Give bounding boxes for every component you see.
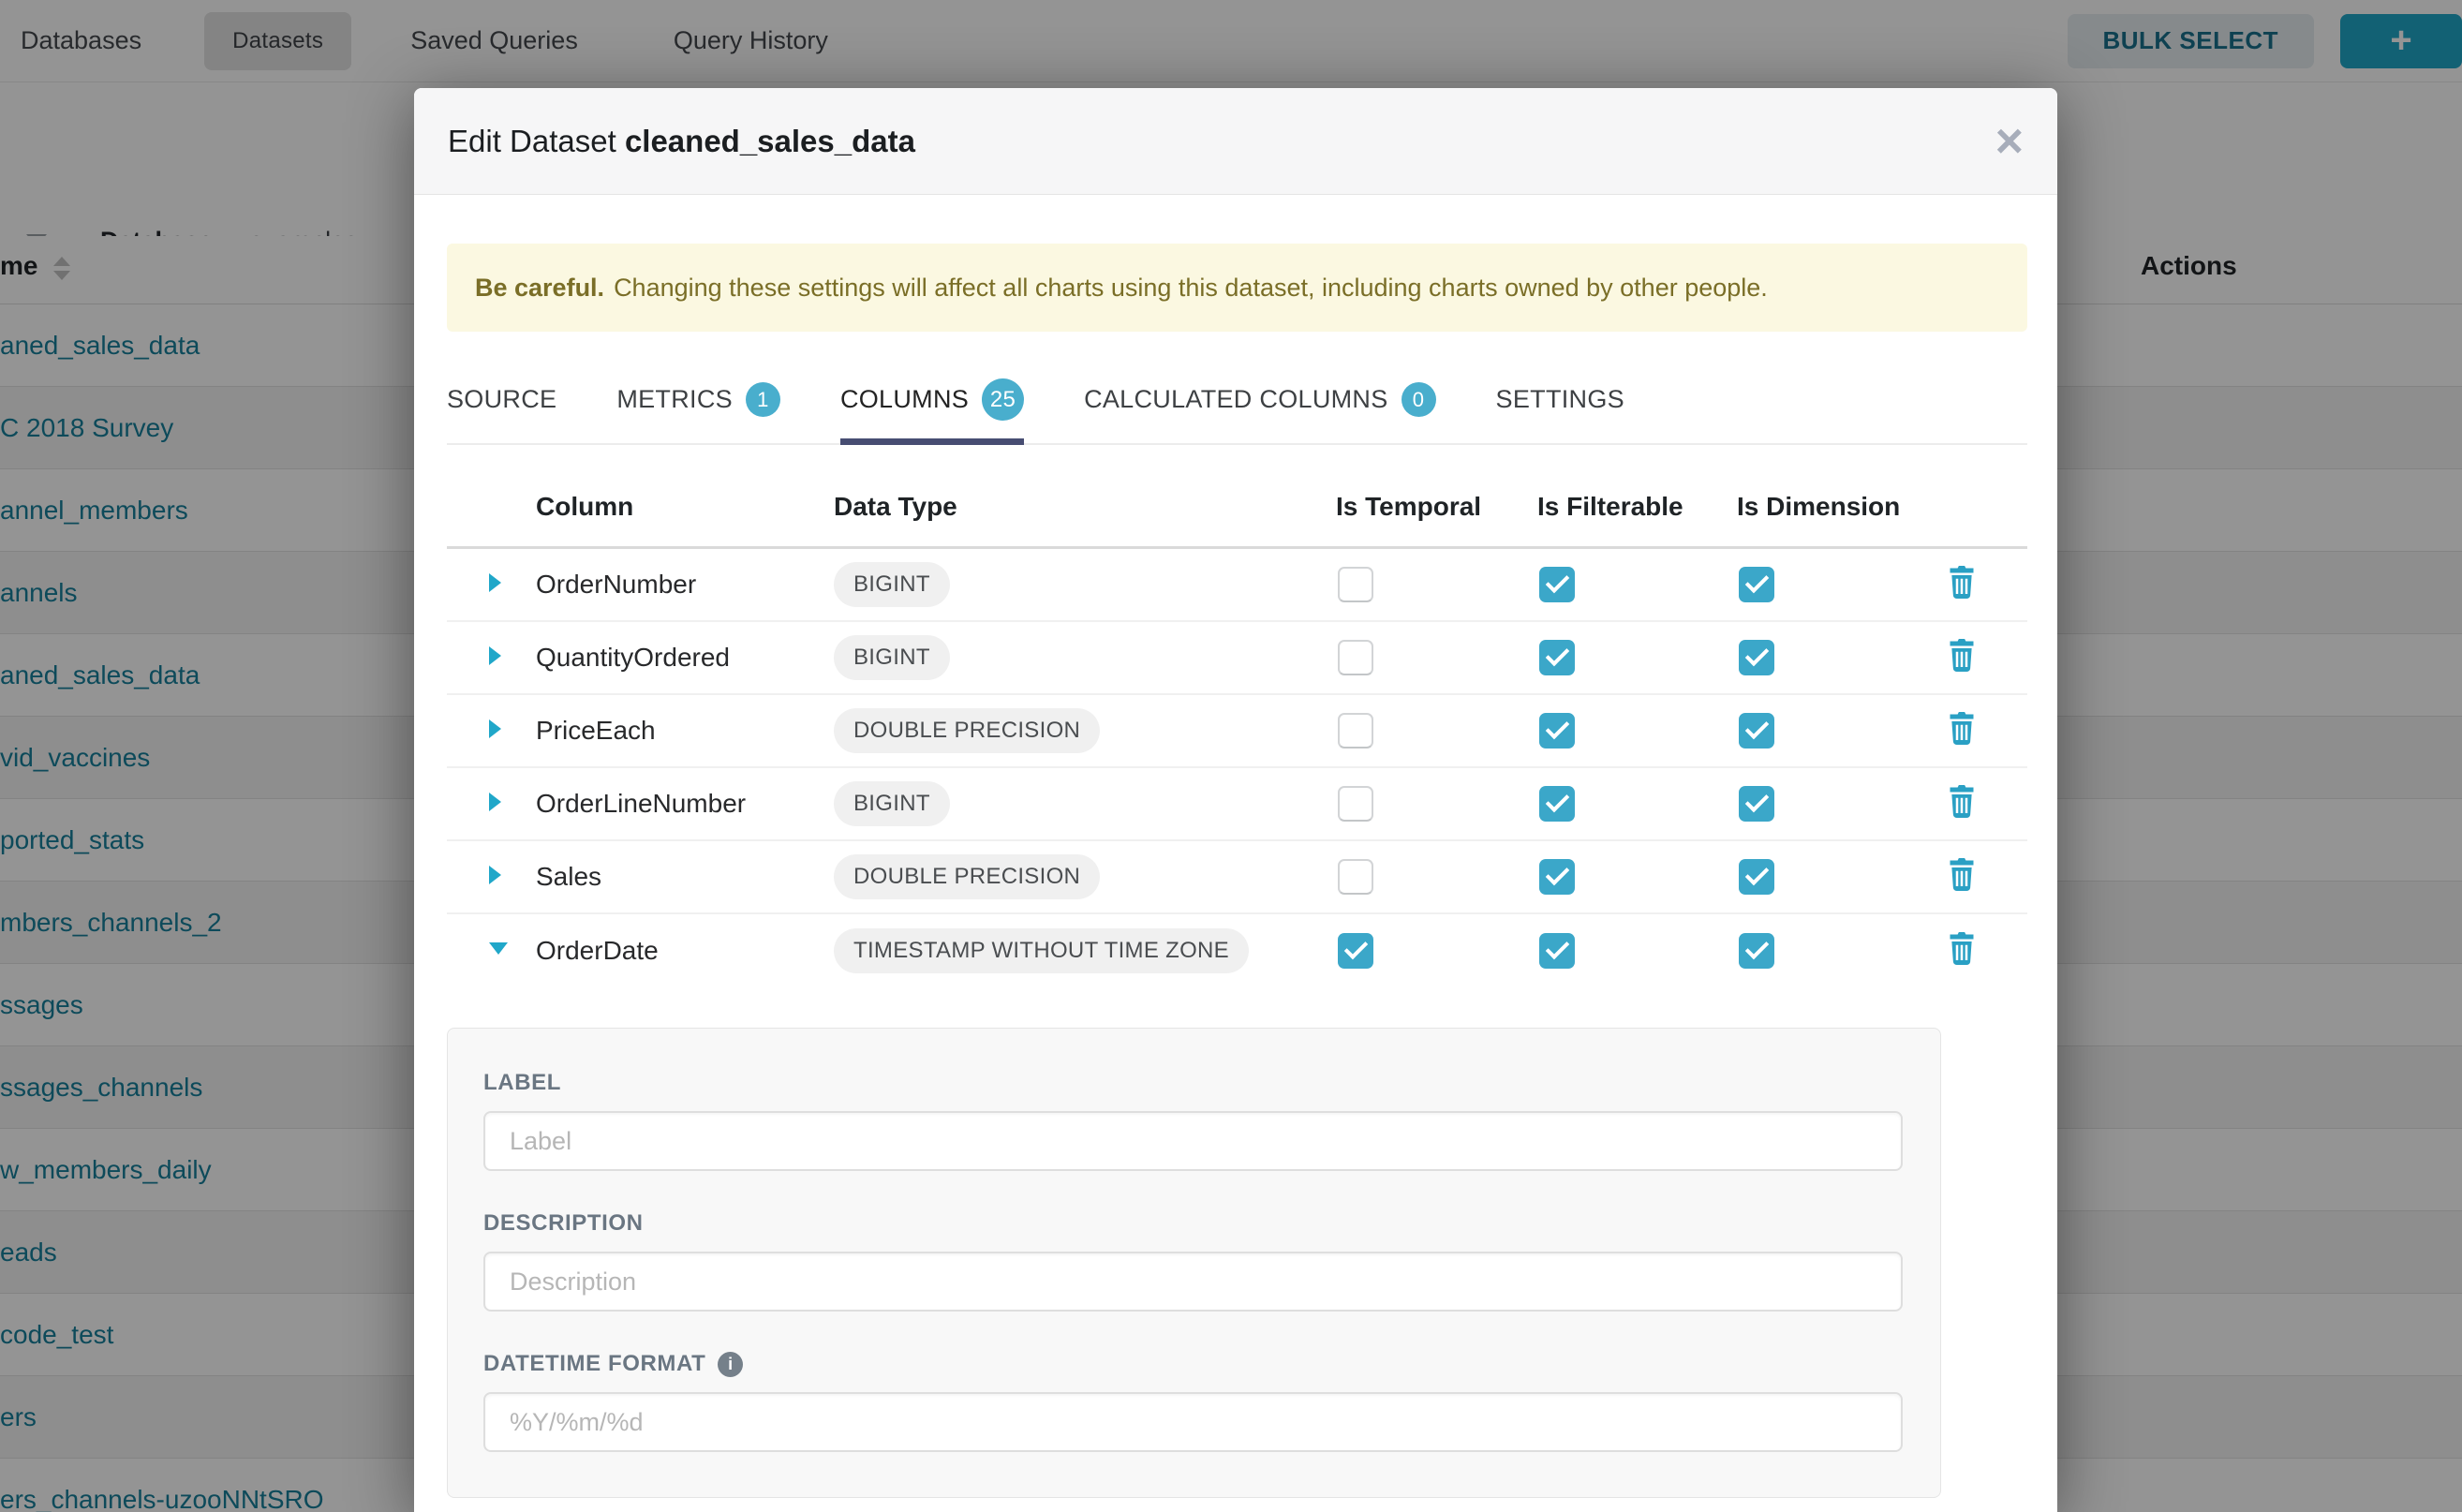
columns-table: Column Data Type Is Temporal Is Filterab… (447, 445, 2027, 987)
is-dimension-checkbox[interactable] (1739, 933, 1774, 969)
is-dimension-checkbox[interactable] (1739, 713, 1774, 749)
is-temporal-checkbox[interactable] (1338, 567, 1373, 602)
warning-banner: Be careful. Changing these settings will… (447, 244, 2027, 332)
is-dimension-header: Is Dimension (1737, 492, 1935, 522)
data-type-header: Data Type (834, 492, 1336, 522)
columns-count-badge: 25 (982, 378, 1024, 421)
metrics-count-badge: 1 (746, 382, 780, 417)
is-temporal-checkbox[interactable] (1338, 640, 1373, 675)
is-filterable-checkbox[interactable] (1539, 640, 1575, 675)
data-type-pill: DOUBLE PRECISION (834, 854, 1100, 899)
close-icon[interactable]: × (1995, 117, 2024, 166)
is-dimension-checkbox[interactable] (1739, 786, 1774, 822)
data-type-pill: BIGINT (834, 562, 950, 607)
is-dimension-checkbox[interactable] (1739, 640, 1774, 675)
column-name: PriceEach (536, 716, 834, 746)
is-temporal-checkbox[interactable] (1338, 786, 1373, 822)
data-type-pill: TIMESTAMP WITHOUT TIME ZONE (834, 928, 1249, 973)
modal-title: Edit Dataset cleaned_sales_data (448, 124, 915, 159)
tab-label: SOURCE (447, 385, 556, 414)
column-row-QuantityOrdered: QuantityOrdered BIGINT (447, 622, 2027, 695)
caret-right-icon (489, 719, 501, 738)
calculated-columns-count-badge: 0 (1402, 382, 1436, 417)
expand-caret[interactable] (447, 646, 536, 670)
delete-icon[interactable] (1948, 785, 1976, 823)
description-field-label: DESCRIPTION (483, 1210, 1903, 1237)
data-type-pill: BIGINT (834, 781, 950, 826)
modal-header: Edit Dataset cleaned_sales_data × (414, 88, 2057, 195)
tab-label: SETTINGS (1496, 385, 1624, 414)
column-name: OrderLineNumber (536, 789, 834, 819)
tab-settings[interactable]: SETTINGS (1496, 365, 1624, 443)
is-dimension-checkbox[interactable] (1739, 567, 1774, 602)
datetime-format-field-label: DATETIME FORMAT i (483, 1351, 1903, 1377)
data-type-pill: BIGINT (834, 635, 950, 680)
is-filterable-checkbox[interactable] (1539, 786, 1575, 822)
columns-table-header: Column Data Type Is Temporal Is Filterab… (447, 445, 2027, 549)
label-input[interactable] (483, 1111, 1903, 1171)
is-filterable-checkbox[interactable] (1539, 933, 1575, 969)
label-text: DATETIME FORMAT (483, 1351, 705, 1377)
delete-icon[interactable] (1948, 932, 1976, 970)
is-temporal-checkbox[interactable] (1338, 859, 1373, 895)
is-temporal-checkbox[interactable] (1338, 933, 1373, 969)
is-dimension-checkbox[interactable] (1739, 859, 1774, 895)
column-row-OrderLineNumber: OrderLineNumber BIGINT (447, 768, 2027, 841)
caret-down-icon (489, 942, 508, 955)
expand-caret[interactable] (447, 719, 536, 743)
is-filterable-checkbox[interactable] (1539, 567, 1575, 602)
column-row-OrderNumber: OrderNumber BIGINT (447, 549, 2027, 622)
column-header: Column (536, 492, 834, 522)
caret-right-icon (489, 573, 501, 592)
tab-label: COLUMNS (840, 385, 969, 414)
column-row-Sales: Sales DOUBLE PRECISION (447, 841, 2027, 914)
delete-icon[interactable] (1948, 858, 1976, 896)
caret-right-icon (489, 793, 501, 811)
delete-icon[interactable] (1948, 639, 1976, 676)
collapse-caret[interactable] (447, 942, 536, 959)
tab-columns[interactable]: COLUMNS 25 (840, 365, 1024, 443)
caret-right-icon (489, 646, 501, 665)
label-text: LABEL (483, 1070, 561, 1096)
edit-dataset-modal: Edit Dataset cleaned_sales_data × Be car… (414, 88, 2057, 1512)
is-temporal-checkbox[interactable] (1338, 713, 1373, 749)
expand-caret[interactable] (447, 573, 536, 597)
column-detail-panel: LABEL DESCRIPTION DATETIME FORMAT i (447, 1028, 1941, 1498)
is-filterable-checkbox[interactable] (1539, 859, 1575, 895)
data-type-pill: DOUBLE PRECISION (834, 708, 1100, 753)
modal-title-prefix: Edit Dataset (448, 124, 616, 158)
column-name: OrderNumber (536, 570, 834, 600)
caret-right-icon (489, 866, 501, 884)
warning-text: Changing these settings will affect all … (614, 274, 1768, 303)
expand-caret[interactable] (447, 866, 536, 889)
warning-bold: Be careful. (475, 274, 604, 303)
is-filterable-checkbox[interactable] (1539, 713, 1575, 749)
modal-title-dataset: cleaned_sales_data (625, 124, 915, 158)
expand-caret[interactable] (447, 793, 536, 816)
delete-icon[interactable] (1948, 712, 1976, 749)
modal-tabs: SOURCE METRICS 1 COLUMNS 25 CALCULATED COL… (447, 365, 2027, 445)
is-filterable-header: Is Filterable (1537, 492, 1737, 522)
is-temporal-header: Is Temporal (1336, 492, 1537, 522)
tab-metrics[interactable]: METRICS 1 (616, 365, 780, 443)
column-name: OrderDate (536, 936, 834, 966)
label-field-label: LABEL (483, 1070, 1903, 1096)
tab-calculated-columns[interactable]: CALCULATED COLUMNS 0 (1084, 365, 1435, 443)
column-row-PriceEach: PriceEach DOUBLE PRECISION (447, 695, 2027, 768)
tab-label: METRICS (616, 385, 733, 414)
info-icon[interactable]: i (718, 1352, 743, 1377)
description-input[interactable] (483, 1252, 1903, 1312)
datetime-format-input[interactable] (483, 1392, 1903, 1452)
label-text: DESCRIPTION (483, 1210, 644, 1237)
datasets-page: Databases Datasets Saved Queries Query H… (0, 0, 2462, 1512)
column-name: QuantityOrdered (536, 643, 834, 673)
tab-source[interactable]: SOURCE (447, 365, 556, 443)
delete-icon[interactable] (1948, 566, 1976, 603)
tab-label: CALCULATED COLUMNS (1084, 385, 1387, 414)
column-name: Sales (536, 862, 834, 892)
column-row-OrderDate: OrderDate TIMESTAMP WITHOUT TIME ZONE (447, 914, 2027, 987)
